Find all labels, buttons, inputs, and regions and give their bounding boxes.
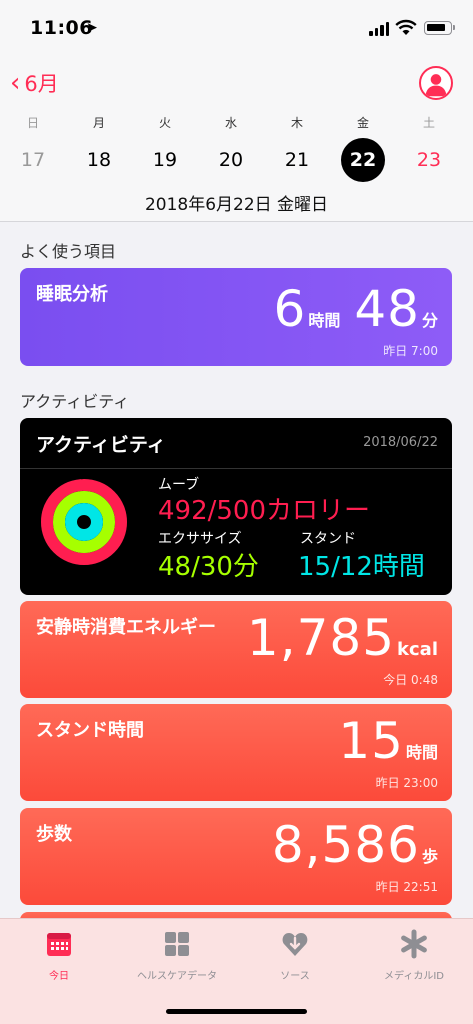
resting-energy-card[interactable]: 安静時消費エネルギー 1,785 kcal 今日 0:48: [20, 601, 452, 698]
card-title: 安静時消費エネルギー: [36, 617, 216, 638]
weekday-label: 水: [224, 116, 237, 130]
day-cell[interactable]: 18: [66, 142, 132, 178]
sleep-analysis-card[interactable]: 睡眠分析 6 時間 48 分 昨日 7:00: [20, 268, 452, 366]
activity-card[interactable]: アクティビティ 2018/06/22 ムーブ 492/500カロリー エクササイ…: [20, 418, 452, 595]
tab-today[interactable]: 今日: [0, 929, 118, 982]
selected-date-label: 2018年6月22日 金曜日: [144, 195, 329, 215]
card-timestamp: 今日 0:48: [383, 673, 438, 687]
sleep-hours-unit: 時間: [308, 311, 341, 330]
steps-value: 8,586 歩: [272, 816, 438, 874]
tab-label: ソース: [280, 971, 310, 982]
day-cell[interactable]: 23: [396, 142, 462, 178]
card-timestamp: 昨日 7:00: [383, 344, 438, 358]
status-time: 11:06: [30, 17, 93, 39]
divider: [20, 468, 452, 469]
card-timestamp: 昨日 22:51: [375, 880, 438, 894]
stand-time-value: 15 時間: [338, 712, 438, 770]
activity-rings-icon: [41, 479, 127, 565]
energy-number: 1,785: [246, 609, 396, 667]
card-title: 睡眠分析: [36, 284, 108, 305]
chevron-left-icon: ‹: [10, 68, 21, 98]
day-cell[interactable]: 19: [132, 142, 198, 178]
location-arrow-icon: ➤: [86, 20, 98, 36]
energy-value: 1,785 kcal: [247, 609, 438, 667]
activity-section-title: アクティビティ: [20, 392, 130, 411]
steps-unit: 歩: [421, 847, 438, 866]
stand-label: スタンド: [300, 531, 356, 547]
weekday-label: 金: [356, 116, 369, 130]
weekday-label: 日: [26, 116, 39, 130]
calendar-icon: [47, 933, 71, 956]
stand-ring: [65, 503, 103, 541]
card-title: スタンド時間: [36, 720, 144, 741]
grid-icon: [165, 932, 189, 956]
tab-label: メディカルID: [384, 971, 444, 982]
heart-download-icon: [282, 933, 308, 956]
day-row: 17 18 19 20 21 22 23: [0, 138, 473, 182]
day-cell-selected[interactable]: 22: [330, 138, 396, 182]
stand-time-number: 15: [338, 712, 404, 770]
stand-value: 15/12時間: [298, 552, 425, 582]
card-title: 歩数: [36, 824, 72, 845]
status-bar: 11:06 ➤: [0, 0, 473, 56]
day-cell[interactable]: 20: [198, 142, 264, 178]
move-value: 492/500カロリー: [158, 496, 371, 526]
exercise-value: 48/30分: [158, 552, 259, 582]
tab-label: 今日: [49, 971, 69, 982]
exercise-label: エクササイズ: [158, 531, 242, 547]
favorites-section-title: よく使う項目: [20, 242, 117, 261]
steps-number: 8,586: [271, 816, 420, 874]
weekday-row: 日 月 火 水 木 金 土: [0, 114, 473, 131]
weekday-label: 月: [92, 116, 105, 130]
sleep-value: 6 時間 48 分: [274, 280, 438, 338]
sleep-minutes-unit: 分: [421, 311, 438, 330]
day-cell[interactable]: 17: [0, 142, 66, 178]
home-indicator[interactable]: [166, 1009, 307, 1014]
weekday-label: 土: [422, 116, 435, 130]
back-button[interactable]: ‹ 6月: [10, 68, 59, 98]
sleep-hours: 6: [273, 280, 307, 338]
person-icon: [425, 74, 447, 97]
asterisk-icon: [401, 929, 427, 959]
wifi-icon: [395, 19, 417, 35]
steps-card[interactable]: 歩数 8,586 歩 昨日 22:51: [20, 808, 452, 905]
weekday-label: 木: [290, 116, 303, 130]
stand-time-unit: 時間: [405, 743, 438, 762]
card-title: アクティビティ: [36, 434, 166, 456]
tab-health-data[interactable]: ヘルスケアデータ: [118, 929, 236, 982]
battery-icon: [424, 21, 455, 35]
sleep-minutes: 48: [354, 280, 420, 338]
card-timestamp: 昨日 23:00: [375, 776, 438, 790]
back-label: 6月: [24, 72, 59, 96]
day-cell[interactable]: 21: [264, 142, 330, 178]
weekday-label: 火: [158, 116, 171, 130]
calendar-header: ‹ 6月 日 月 火 水 木 金 土 17 18 19 20 21 22 23 …: [0, 56, 473, 222]
selected-day-number: 22: [349, 149, 377, 171]
energy-unit: kcal: [397, 639, 438, 660]
tab-medical-id[interactable]: メディカルID: [355, 929, 473, 982]
stand-time-card[interactable]: スタンド時間 15 時間 昨日 23:00: [20, 704, 452, 801]
cellular-signal-icon: [369, 22, 389, 36]
tab-label: ヘルスケアデータ: [137, 971, 217, 982]
profile-button[interactable]: [419, 66, 453, 100]
tab-sources[interactable]: ソース: [236, 929, 354, 982]
activity-date: 2018/06/22: [363, 435, 438, 450]
content-scroll[interactable]: よく使う項目 睡眠分析 6 時間 48 分 昨日 7:00 アクティビティ アク…: [0, 222, 473, 918]
